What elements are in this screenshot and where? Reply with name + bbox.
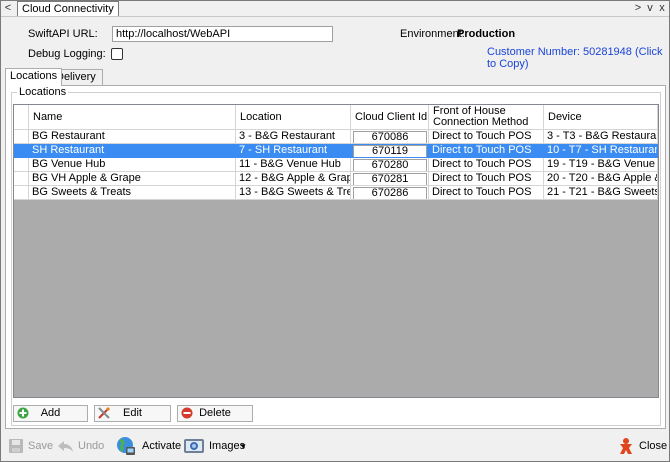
close-person-icon bbox=[620, 438, 632, 454]
cell-device[interactable]: 10 - T7 - SH Restaurant bbox=[544, 144, 658, 158]
client-id-field[interactable]: 670281 bbox=[353, 173, 427, 185]
save-icon bbox=[9, 439, 23, 453]
cell-name[interactable]: SH Restaurant bbox=[29, 144, 236, 158]
row-header[interactable] bbox=[14, 158, 29, 172]
cell-method[interactable]: Direct to Touch POS bbox=[429, 172, 544, 186]
cell-device[interactable]: 20 - T20 - B&G Apple & Grape bbox=[544, 172, 658, 186]
cell-name[interactable]: BG VH Apple & Grape bbox=[29, 172, 236, 186]
cell-name[interactable]: BG Venue Hub bbox=[29, 158, 236, 172]
undo-icon bbox=[58, 441, 73, 452]
title-bar: < Cloud Connectivity > v x bbox=[1, 1, 669, 17]
edit-label: Edit bbox=[123, 407, 142, 419]
locations-grid[interactable]: Name Location Cloud Client Id Front of H… bbox=[13, 104, 659, 398]
debug-checkbox[interactable] bbox=[111, 48, 123, 60]
bottom-toolbar: Save Undo Activate Images ▾ Close bbox=[1, 431, 669, 461]
environment-label: Environment: bbox=[400, 28, 465, 40]
cell-method[interactable]: Direct to Touch POS bbox=[429, 186, 544, 200]
cell-device[interactable]: 19 - T19 - B&G Venue Hub bbox=[544, 158, 658, 172]
table-row[interactable]: BG Sweets & Treats13 - B&G Sweets & Trea… bbox=[14, 186, 658, 200]
cell-location[interactable]: 11 - B&G Venue Hub bbox=[236, 158, 351, 172]
cell-device[interactable]: 3 - T3 - B&G Restaurant bbox=[544, 130, 658, 144]
cell-method[interactable]: Direct to Touch POS bbox=[429, 130, 544, 144]
cell-device[interactable]: 21 - T21 - B&G Sweets & Tr... bbox=[544, 186, 658, 200]
back-button[interactable]: < bbox=[3, 1, 13, 16]
cell-client-id[interactable]: 670280 bbox=[351, 158, 429, 172]
close-window-button[interactable]: x bbox=[657, 1, 667, 16]
column-header-location[interactable]: Location bbox=[236, 105, 351, 130]
table-row[interactable]: SH Restaurant 7 - SH Restaurant 670119 Dire… bbox=[14, 144, 658, 158]
column-header-device[interactable]: Device bbox=[544, 105, 658, 130]
add-label: Add bbox=[40, 407, 61, 419]
edit-button[interactable]: Edit bbox=[94, 405, 171, 422]
column-header-connection-method[interactable]: Front of House Connection Method bbox=[429, 105, 544, 130]
client-id-field[interactable]: 670286 bbox=[353, 187, 427, 199]
column-header-cloud-client-id[interactable]: Cloud Client Id bbox=[351, 105, 429, 130]
row-header[interactable] bbox=[14, 144, 29, 158]
group-title: Locations bbox=[17, 86, 69, 98]
undo-button[interactable]: Undo bbox=[57, 437, 104, 455]
menu-button[interactable]: v bbox=[645, 1, 655, 16]
cell-name[interactable]: BG Restaurant bbox=[29, 130, 236, 144]
url-label: SwiftAPI URL: bbox=[28, 28, 98, 40]
row-header[interactable] bbox=[14, 186, 29, 200]
cell-client-id[interactable]: 670119 bbox=[351, 144, 429, 158]
images-button[interactable]: Images ▾ bbox=[183, 437, 249, 455]
cloud-connectivity-window: < Cloud Connectivity > v x SwiftAPI URL:… bbox=[0, 0, 670, 462]
customer-number-link[interactable]: Customer Number: 50281948 (Click to Copy… bbox=[487, 46, 669, 70]
globe-icon bbox=[117, 437, 135, 455]
client-id-field[interactable]: 670086 bbox=[353, 131, 427, 143]
row-header[interactable] bbox=[14, 130, 29, 144]
cell-client-id[interactable]: 670086 bbox=[351, 130, 429, 144]
cell-location[interactable]: 13 - B&G Sweets & Treats bbox=[236, 186, 351, 200]
settings-area: SwiftAPI URL: http://localhost/WebAPI De… bbox=[1, 17, 669, 70]
cell-client-id[interactable]: 670286 bbox=[351, 186, 429, 200]
activate-button[interactable]: Activate bbox=[115, 437, 181, 455]
delete-label: Delete bbox=[199, 407, 231, 419]
delete-button[interactable]: Delete bbox=[177, 405, 253, 422]
client-id-field[interactable]: 670119 bbox=[353, 145, 427, 157]
column-header-name[interactable]: Name bbox=[29, 105, 236, 130]
locations-panel: Locations Name Location Cloud Client Id … bbox=[5, 85, 666, 429]
environment-value: Production bbox=[457, 28, 516, 40]
table-row[interactable]: BG VH Apple & Grape 12 - B&G Apple & Grap… bbox=[14, 172, 658, 186]
images-icon bbox=[184, 439, 204, 453]
document-tab[interactable]: Cloud Connectivity bbox=[17, 1, 119, 16]
debug-label: Debug Logging: bbox=[28, 48, 106, 60]
add-button[interactable]: Add bbox=[13, 405, 88, 422]
cell-name[interactable]: BG Sweets & Treats bbox=[29, 186, 236, 200]
cell-location[interactable]: 7 - SH Restaurant bbox=[236, 144, 351, 158]
cell-client-id[interactable]: 670281 bbox=[351, 172, 429, 186]
close-button[interactable]: Close bbox=[617, 437, 667, 455]
cell-location[interactable]: 3 - B&G Restaurant bbox=[236, 130, 351, 144]
row-header-corner bbox=[14, 105, 29, 130]
table-row[interactable]: BG Venue Hub 11 - B&G Venue Hub 670280 Dire… bbox=[14, 158, 658, 172]
grid-header: Name Location Cloud Client Id Front of H… bbox=[14, 105, 658, 130]
client-id-field[interactable]: 670280 bbox=[353, 159, 427, 171]
cell-method[interactable]: Direct to Touch POS bbox=[429, 144, 544, 158]
save-button[interactable]: Save bbox=[8, 437, 53, 455]
url-input[interactable]: http://localhost/WebAPI bbox=[112, 26, 333, 42]
row-header[interactable] bbox=[14, 172, 29, 186]
cell-method[interactable]: Direct to Touch POS bbox=[429, 158, 544, 172]
next-button[interactable]: > bbox=[633, 1, 643, 16]
table-row[interactable]: BG Restaurant 3 - B&G Restaurant 670086 Dir… bbox=[14, 130, 658, 144]
images-dropdown-caret: ▾ bbox=[241, 441, 246, 451]
tab-locations[interactable]: Locations bbox=[5, 68, 63, 86]
cell-location[interactable]: 12 - B&G Apple & Grape bbox=[236, 172, 351, 186]
